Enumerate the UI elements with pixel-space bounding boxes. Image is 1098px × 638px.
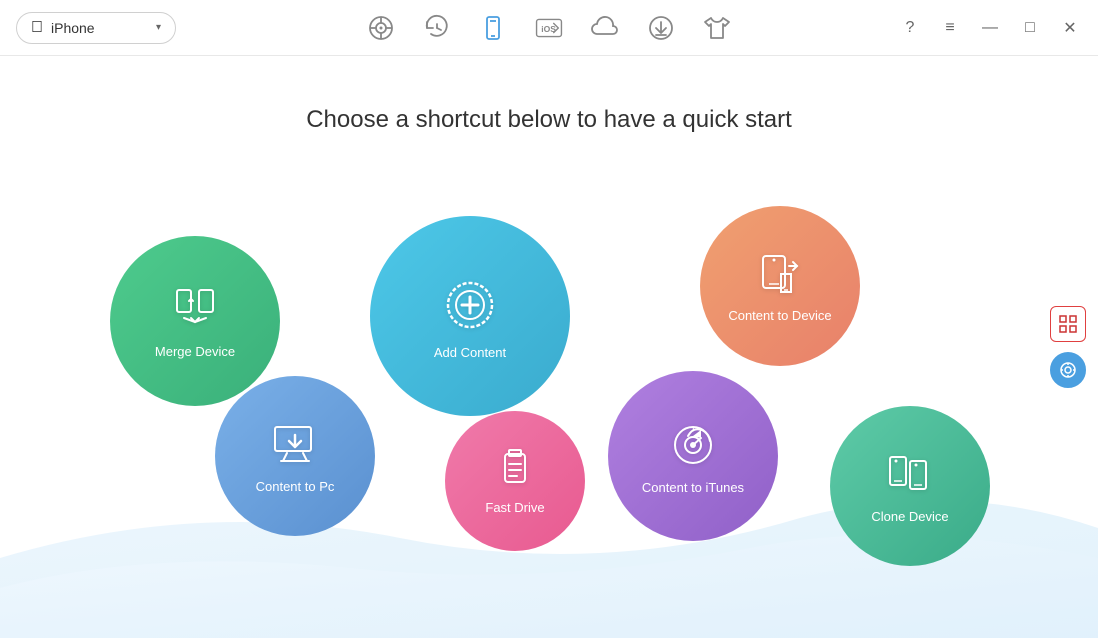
toolbar-download[interactable] [647,14,675,42]
toolbar-music[interactable] [367,14,395,42]
toolbar-ios[interactable]: iOS [535,14,563,42]
fast-drive-label: Fast Drive [485,500,544,515]
circles-container: Merge Device Add Content Cont [0,176,1098,636]
device-selector[interactable]:  iPhone ▾ [16,12,176,44]
minimize-button[interactable]: — [978,16,1002,40]
merge-device-button[interactable]: Merge Device [110,236,280,406]
content-to-device-button[interactable]: Content to Device [700,206,860,366]
toolbar-history[interactable] [423,14,451,42]
content-to-device-label: Content to Device [728,308,831,323]
main-content: Choose a shortcut below to have a quick … [0,56,1098,638]
clone-device-label: Clone Device [871,509,948,524]
add-content-button[interactable]: Add Content [370,216,570,416]
device-name: iPhone [51,20,148,36]
content-to-pc-button[interactable]: Content to Pc [215,376,375,536]
chevron-down-icon: ▾ [156,22,161,33]
right-sidebar [1050,306,1086,388]
tool-button[interactable] [1050,352,1086,388]
help-button[interactable]: ? [898,16,922,40]
fast-drive-button[interactable]: Fast Drive [445,411,585,551]
grid-view-button[interactable] [1050,306,1086,342]
close-button[interactable]: ✕ [1058,16,1082,40]
window-controls: ? ≡ — □ ✕ [898,16,1082,40]
toolbar-device[interactable] [479,14,507,42]
apple-icon:  [31,19,43,37]
content-to-itunes-button[interactable]: Content to iTunes [608,371,778,541]
add-content-label: Add Content [434,345,506,360]
merge-device-label: Merge Device [155,344,235,359]
title-bar:  iPhone ▾ [0,0,1098,56]
toolbar: iOS [367,14,731,42]
clone-device-button[interactable]: Clone Device [830,406,990,566]
maximize-button[interactable]: □ [1018,16,1042,40]
page-title: Choose a shortcut below to have a quick … [0,56,1098,134]
toolbar-cloud[interactable] [591,14,619,42]
content-to-itunes-label: Content to iTunes [642,480,744,495]
content-to-pc-label: Content to Pc [256,479,335,494]
menu-button[interactable]: ≡ [938,16,962,40]
toolbar-shop[interactable] [703,14,731,42]
